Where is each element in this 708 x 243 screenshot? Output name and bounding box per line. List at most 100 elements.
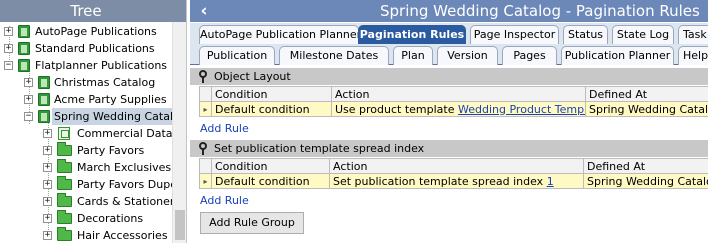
column-header-action[interactable]: Action — [329, 158, 584, 174]
folder-icon — [57, 227, 72, 241]
table-row[interactable]: ▸ Default condition Set publication temp… — [199, 173, 708, 189]
data-icon — [58, 127, 70, 140]
book-icon — [38, 76, 50, 89]
tree-item-label: Christmas Catalog — [54, 76, 156, 89]
tree-item-label: Party Favors — [77, 144, 145, 157]
column-header-defined-at[interactable]: Defined At — [583, 158, 708, 174]
tab-task[interactable]: Task — [678, 25, 708, 44]
tree-item-label: Party Favors Dupe — [77, 178, 172, 191]
tree-body: + AutoPage Publications + Standard Publi… — [0, 22, 172, 243]
tree-item-label: Cards & Stationery — [77, 195, 172, 208]
table-header-row: Condition Action Defined At — [199, 86, 708, 102]
cell-condition[interactable]: Default condition — [211, 173, 330, 189]
tree-item-march-exclusives[interactable]: + March Exclusives — [0, 159, 172, 176]
column-header-action[interactable]: Action — [331, 86, 586, 102]
main-panel: ‹ Spring Wedding Catalog - Pagination Ru… — [190, 0, 708, 243]
expand-icon[interactable]: + — [43, 214, 52, 223]
scrollbar-thumb[interactable] — [175, 210, 185, 240]
column-header-condition[interactable]: Condition — [211, 158, 330, 174]
action-link[interactable]: Wedding Product Template — [458, 103, 584, 116]
expand-icon[interactable]: + — [43, 197, 52, 206]
tab-plan[interactable]: Plan — [393, 46, 433, 65]
tree-item-decorations[interactable]: + Decorations — [0, 210, 172, 227]
rules-table: Condition Action Defined At ▸ Default co… — [199, 158, 708, 189]
folder-icon — [57, 142, 72, 156]
tab-row-secondary: Publication Milestone Dates Plan Version… — [190, 44, 708, 65]
tab-help[interactable]: Help — [678, 46, 708, 65]
expand-icon[interactable]: + — [43, 163, 52, 172]
tree-item-autopage-publications[interactable]: + AutoPage Publications — [0, 23, 172, 40]
column-header-condition[interactable]: Condition — [211, 86, 332, 102]
chevron-left-icon[interactable]: ‹ — [196, 2, 212, 20]
pin-icon[interactable] — [199, 70, 207, 83]
cell-action[interactable]: Set publication template spread index 1 — [329, 173, 584, 189]
column-header-defined-at[interactable]: Defined At — [585, 86, 708, 102]
tree-item-label: Flatplanner Publications — [35, 59, 168, 72]
tab-pages[interactable]: Pages — [502, 46, 557, 65]
tree-item-cards-stationery[interactable]: + Cards & Stationery — [0, 193, 172, 210]
folder-icon — [57, 210, 72, 224]
tab-status[interactable]: Status — [563, 25, 608, 44]
cell-defined-at[interactable]: Spring Wedding Catalog — [583, 173, 708, 189]
tree-item-hair-accessories[interactable]: + Hair Accessories — [0, 227, 172, 243]
expand-icon[interactable]: + — [43, 180, 52, 189]
folder-icon — [57, 193, 72, 207]
tree-item-label: Decorations — [77, 212, 144, 225]
tab-state-log[interactable]: State Log — [612, 25, 674, 44]
tab-publication[interactable]: Publication — [199, 46, 275, 65]
expand-icon[interactable]: + — [24, 95, 33, 104]
tree-item-label: Spring Wedding Catalog — [52, 108, 172, 125]
add-rule-group-button[interactable]: Add Rule Group — [200, 212, 304, 234]
tab-milestone-dates[interactable]: Milestone Dates — [279, 46, 389, 65]
cell-defined-at[interactable]: Spring Wedding Catalog — [585, 101, 708, 117]
row-pointer-icon: ▸ — [199, 101, 212, 117]
row-pointer-icon: ▸ — [199, 173, 212, 189]
action-text: Use product template — [335, 102, 459, 116]
rules-content: Object Layout Condition Action Defined A… — [190, 66, 708, 243]
table-row[interactable]: ▸ Default condition Use product template… — [199, 101, 708, 117]
tree-item-label: Hair Accessories — [77, 229, 168, 242]
row-indicator — [199, 86, 212, 102]
expand-icon[interactable]: + — [4, 27, 13, 36]
cell-condition[interactable]: Default condition — [211, 101, 332, 117]
book-icon — [18, 42, 30, 55]
tree-item-label: Standard Publications — [35, 42, 155, 55]
tab-version[interactable]: Version — [437, 46, 498, 65]
tab-pagination-rules[interactable]: Pagination Rules — [358, 25, 466, 44]
collapse-icon[interactable]: − — [24, 112, 33, 121]
tree-item-christmas-catalog[interactable]: + Christmas Catalog — [0, 74, 172, 91]
expand-icon[interactable]: + — [24, 78, 33, 87]
action-link[interactable]: 1 — [547, 175, 554, 188]
tab-publication-planner[interactable]: Publication Planner — [561, 46, 674, 65]
tree-panel: Tree + AutoPage Publications + Standard … — [0, 0, 187, 243]
tree-item-spring-wedding-catalog[interactable]: − Spring Wedding Catalog — [0, 108, 172, 125]
expand-icon[interactable]: + — [43, 231, 52, 240]
expand-icon[interactable]: + — [4, 44, 13, 53]
folder-icon — [57, 176, 72, 190]
row-indicator — [199, 158, 212, 174]
tree-item-party-favors-dupe[interactable]: + Party Favors Dupe — [0, 176, 172, 193]
tree-scrollbar[interactable] — [172, 22, 186, 243]
book-icon — [18, 59, 30, 72]
tab-autopage-publication-planner[interactable]: AutoPage Publication Planner — [199, 25, 359, 44]
rule-group-header[interactable]: Object Layout — [190, 68, 708, 85]
rule-group-header[interactable]: Set publication template spread index — [190, 140, 708, 157]
collapse-icon[interactable]: − — [4, 61, 13, 70]
tree-item-commercial-data[interactable]: + Commercial Data — [0, 125, 172, 142]
tab-page-inspector[interactable]: Page Inspector — [470, 25, 559, 44]
pin-icon[interactable] — [199, 142, 207, 155]
add-rule-link[interactable]: Add Rule — [200, 122, 249, 135]
page-title: Spring Wedding Catalog - Pagination Rule… — [380, 2, 700, 20]
cell-action[interactable]: Use product template Wedding Product Tem… — [331, 101, 586, 117]
tree-item-acme-party-supplies[interactable]: + Acme Party Supplies — [0, 91, 172, 108]
tree-item-label: AutoPage Publications — [35, 25, 157, 38]
tree-item-party-favors[interactable]: + Party Favors — [0, 142, 172, 159]
action-text: Set publication template spread index — [333, 174, 547, 188]
tree-item-standard-publications[interactable]: + Standard Publications — [0, 40, 172, 57]
add-rule-link[interactable]: Add Rule — [200, 194, 249, 207]
tree-item-flatplanner-publications[interactable]: − Flatplanner Publications — [0, 57, 172, 74]
tree-title: Tree — [0, 0, 186, 22]
rules-table: Condition Action Defined At ▸ Default co… — [199, 86, 708, 117]
expand-icon[interactable]: + — [43, 146, 52, 155]
expand-icon[interactable]: + — [43, 129, 52, 138]
